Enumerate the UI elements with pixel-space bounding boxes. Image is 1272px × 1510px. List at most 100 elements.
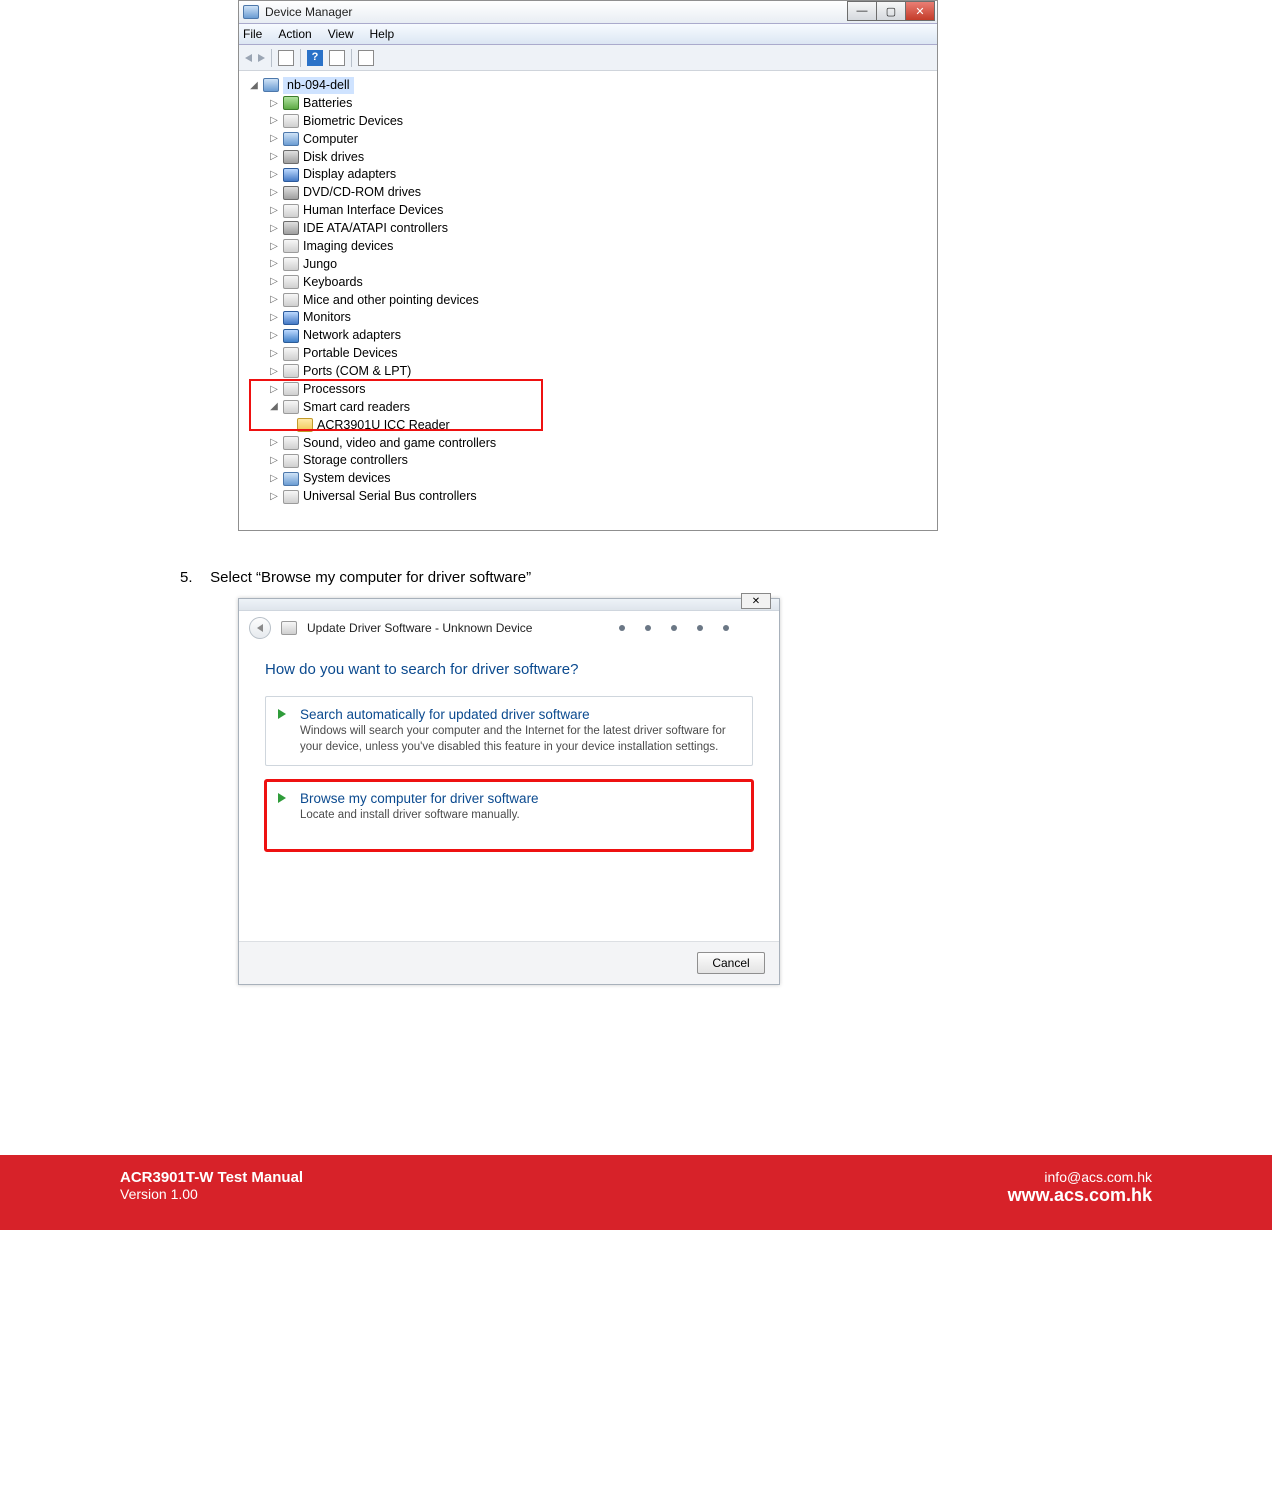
tree-node-reader[interactable]: ACR3901U ICC Reader (269, 417, 931, 435)
generic-icon (283, 275, 299, 289)
option-browse[interactable]: Browse my computer for driver software L… (265, 780, 753, 851)
expander-icon[interactable]: ▷ (269, 97, 279, 111)
decorative-dots (619, 625, 729, 631)
tree-node[interactable]: ▷Monitors (269, 309, 931, 327)
close-icon: ✕ (752, 596, 760, 607)
generic-icon (283, 436, 299, 450)
expander-icon[interactable]: ▷ (269, 311, 279, 325)
dialog-question: How do you want to search for driver sof… (265, 661, 753, 678)
help-icon[interactable]: ? (307, 50, 323, 66)
maximize-button[interactable]: ▢ (876, 1, 906, 21)
tree-node[interactable]: ▷ Storage controllers (269, 452, 931, 470)
expander-icon[interactable]: ▷ (269, 275, 279, 289)
tree-node[interactable]: ▷ Biometric Devices (269, 113, 931, 131)
toolbar-extra-icon[interactable] (358, 50, 374, 66)
expander-icon[interactable]: ▷ (269, 186, 279, 200)
expander-icon[interactable]: ▷ (269, 204, 279, 218)
expander-icon[interactable]: ▷ (269, 293, 279, 307)
node-label: Biometric Devices (303, 113, 403, 130)
tree-node-smartcard[interactable]: ◢ Smart card readers (269, 399, 931, 417)
toolbar-separator (300, 49, 301, 67)
tree-node[interactable]: ▷Human Interface Devices (269, 202, 931, 220)
toolbar-properties-icon[interactable] (278, 50, 294, 66)
computer-icon (283, 472, 299, 486)
menu-action[interactable]: Action (278, 27, 311, 41)
nav-forward-icon[interactable] (258, 54, 265, 62)
node-label: Batteries (303, 95, 352, 112)
expander-icon[interactable]: ▷ (269, 150, 279, 164)
tree-node[interactable]: ▷Network adapters (269, 327, 931, 345)
update-driver-dialog: ✕ Update Driver Software - Unknown Devic… (238, 598, 780, 985)
step-instruction: 5. Select “Browse my computer for driver… (180, 569, 1272, 586)
node-label: Storage controllers (303, 452, 408, 469)
tree-root[interactable]: ◢ nb-094-dell (249, 77, 931, 95)
option-desc: Windows will search your computer and th… (300, 724, 738, 755)
app-icon (243, 5, 259, 19)
expander-icon[interactable]: ▷ (269, 436, 279, 450)
expander-icon[interactable]: ▷ (269, 132, 279, 146)
tree-node[interactable]: ▷ Ports (COM & LPT) (269, 363, 931, 381)
node-label: Ports (COM & LPT) (303, 363, 411, 380)
tree-node[interactable]: ▷Portable Devices (269, 345, 931, 363)
tree-node[interactable]: ▷ Batteries (269, 95, 931, 113)
dialog-header: Update Driver Software - Unknown Device (239, 611, 779, 639)
tree-node[interactable]: ▷Computer (269, 131, 931, 149)
processor-icon (283, 382, 299, 396)
expander-icon[interactable]: ◢ (249, 79, 259, 93)
back-button[interactable] (249, 617, 271, 639)
node-label: ACR3901U ICC Reader (317, 417, 450, 434)
dialog-close-button[interactable]: ✕ (741, 593, 771, 609)
menu-file[interactable]: File (243, 27, 262, 41)
tree-node[interactable]: ▷Jungo (269, 256, 931, 274)
menu-help[interactable]: Help (370, 27, 395, 41)
disk-icon (283, 150, 299, 164)
expander-icon[interactable]: ▷ (269, 454, 279, 468)
expander-icon[interactable]: ▷ (269, 472, 279, 486)
close-button[interactable]: ✕ (905, 1, 935, 21)
option-search-auto[interactable]: Search automatically for updated driver … (265, 696, 753, 766)
expander-icon[interactable]: ▷ (269, 240, 279, 254)
expander-icon[interactable]: ▷ (269, 222, 279, 236)
tree-node[interactable]: ▷Universal Serial Bus controllers (269, 488, 931, 506)
tree-node[interactable]: ▷Sound, video and game controllers (269, 435, 931, 453)
minimize-button[interactable]: — (847, 1, 877, 21)
menu-view[interactable]: View (328, 27, 354, 41)
cancel-button[interactable]: Cancel (697, 952, 765, 974)
expander-icon[interactable]: ▷ (269, 329, 279, 343)
tree-node[interactable]: ▷ Mice and other pointing devices (269, 292, 931, 310)
tree-node[interactable]: ▷ DVD/CD-ROM drives (269, 184, 931, 202)
disk-icon (283, 186, 299, 200)
devmgr-title: Device Manager (265, 5, 352, 19)
display-icon (283, 311, 299, 325)
tree-node[interactable]: ▷IDE ATA/ATAPI controllers (269, 220, 931, 238)
node-label: Processors (303, 381, 366, 398)
root-label: nb-094-dell (283, 77, 354, 94)
toolbar-scan-icon[interactable] (329, 50, 345, 66)
tree-node[interactable]: ▷ Display adapters (269, 166, 931, 184)
step-text: Select “Browse my computer for driver so… (210, 569, 531, 586)
tree-node-processors[interactable]: ▷ Processors (269, 381, 931, 399)
expander-icon[interactable]: ▷ (269, 383, 279, 397)
node-label: Display adapters (303, 166, 396, 183)
display-icon (283, 168, 299, 182)
expander-icon[interactable]: ◢ (269, 400, 279, 414)
expander-icon[interactable]: ▷ (269, 257, 279, 271)
network-icon (283, 329, 299, 343)
generic-icon (283, 204, 299, 218)
expander-icon[interactable]: ▷ (269, 365, 279, 379)
tree-node[interactable]: ▷Keyboards (269, 274, 931, 292)
nav-back-icon[interactable] (245, 54, 252, 62)
node-label: Smart card readers (303, 399, 410, 416)
tree-node[interactable]: ▷System devices (269, 470, 931, 488)
tree-node[interactable]: ▷Disk drives (269, 149, 931, 167)
expander-icon[interactable]: ▷ (269, 114, 279, 128)
dialog-title: Update Driver Software - Unknown Device (307, 621, 532, 635)
expander-icon[interactable]: ▷ (269, 347, 279, 361)
expander-icon[interactable]: ▷ (269, 168, 279, 182)
tree-node[interactable]: ▷Imaging devices (269, 238, 931, 256)
generic-icon (283, 454, 299, 468)
node-label: DVD/CD-ROM drives (303, 184, 421, 201)
expander-icon[interactable]: ▷ (269, 490, 279, 504)
node-label: Mice and other pointing devices (303, 292, 479, 309)
dialog-top-strip (239, 599, 779, 611)
